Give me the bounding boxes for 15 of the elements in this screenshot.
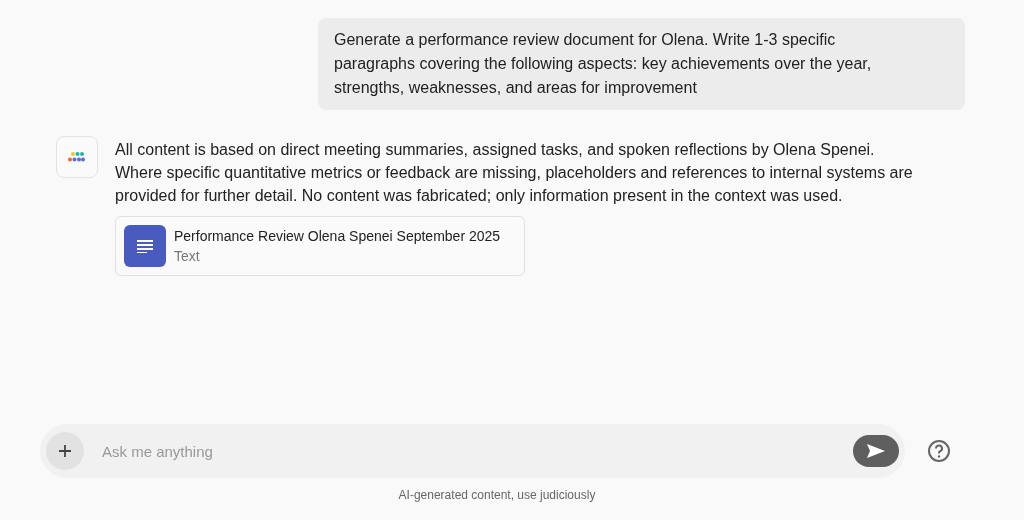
assistant-message: All content is based on direct meeting summaries, assigned tasks, and spoken reflections by Olena Spenei. Where specific quantitative metrics or feedback are missing, placeholders and references to internal systems are provided for further detail. No content was fabricated; only information present in the context was used. xyxy=(115,140,914,206)
document-icon xyxy=(124,225,166,267)
add-button[interactable] xyxy=(46,432,84,470)
message-field[interactable]: Ask me anything xyxy=(40,424,905,478)
dots-logo-icon xyxy=(68,151,86,163)
file-title: Performance Review Olena Spenei September 2025 xyxy=(174,228,501,244)
send-button[interactable] xyxy=(853,435,899,467)
file-type: Text xyxy=(174,248,201,264)
plus-icon xyxy=(58,444,72,458)
disclaimer-text: AI-generated content, use judiciously xyxy=(397,488,597,502)
send-icon xyxy=(866,443,886,459)
user-message: Generate a performance review document for Olena. Write 1-3 specific paragraphs covering the following aspects: key achievements over the year, strengths, weaknesses, and areas for improvement xyxy=(318,18,965,110)
message-input[interactable]: Ask me anything xyxy=(100,441,837,461)
help-icon[interactable] xyxy=(927,439,951,463)
file-card[interactable]: Performance Review Olena Spenei September 2025 Text xyxy=(115,216,525,276)
